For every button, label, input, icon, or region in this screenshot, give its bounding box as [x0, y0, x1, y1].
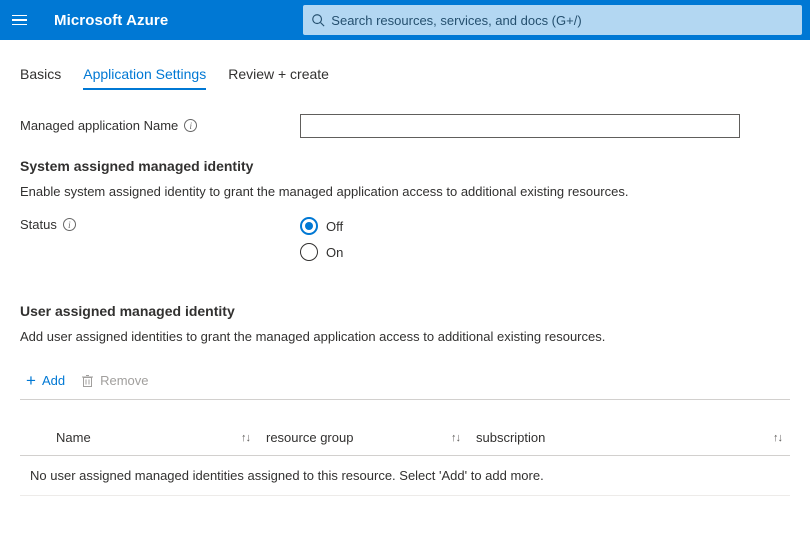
status-radio-on[interactable]: On [300, 243, 740, 261]
menu-icon[interactable] [8, 8, 32, 32]
status-label: Status [20, 217, 57, 232]
plus-icon: + [26, 372, 36, 389]
col-name[interactable]: Name ↑↓ [56, 430, 266, 445]
sort-icon: ↑↓ [773, 432, 782, 444]
identity-toolbar: + Add Remove [20, 362, 790, 400]
tab-review-create[interactable]: Review + create [228, 66, 329, 90]
system-identity-desc: Enable system assigned identity to grant… [20, 184, 790, 199]
sort-icon: ↑↓ [451, 432, 460, 444]
info-icon[interactable]: i [184, 119, 197, 132]
brand-label: Microsoft Azure [54, 12, 168, 29]
system-identity-heading: System assigned managed identity [20, 158, 790, 174]
tab-basics[interactable]: Basics [20, 66, 61, 90]
tab-application-settings[interactable]: Application Settings [83, 66, 206, 90]
status-radio-off[interactable]: Off [300, 217, 740, 235]
tabs: Basics Application Settings Review + cre… [20, 66, 790, 90]
radio-selected-icon [300, 217, 318, 235]
radio-unselected-icon [300, 243, 318, 261]
global-search[interactable] [303, 5, 802, 35]
managed-app-name-label: Managed application Name [20, 118, 178, 133]
search-icon [311, 13, 325, 27]
col-subscription[interactable]: subscription ↑↓ [476, 430, 790, 445]
col-name-label: Name [56, 430, 91, 445]
trash-icon [81, 374, 94, 388]
azure-topbar: Microsoft Azure [0, 0, 810, 40]
managed-app-name-input[interactable] [300, 114, 740, 138]
user-identity-heading: User assigned managed identity [20, 303, 790, 319]
col-sub-label: subscription [476, 430, 545, 445]
user-identity-desc: Add user assigned identities to grant th… [20, 329, 790, 344]
status-radio-off-label: Off [326, 219, 343, 234]
managed-app-name-row: Managed application Name i [20, 114, 790, 138]
identity-grid-empty: No user assigned managed identities assi… [20, 456, 790, 496]
search-input[interactable] [331, 13, 794, 28]
status-radio-group: Off On [300, 217, 740, 261]
remove-button-label: Remove [100, 373, 148, 388]
col-resource-group[interactable]: resource group ↑↓ [266, 430, 476, 445]
info-icon[interactable]: i [63, 218, 76, 231]
identity-grid-header: Name ↑↓ resource group ↑↓ subscription ↑… [20, 400, 790, 456]
sort-icon: ↑↓ [241, 432, 250, 444]
remove-button[interactable]: Remove [81, 372, 148, 389]
page-content: Basics Application Settings Review + cre… [0, 40, 810, 516]
status-radio-on-label: On [326, 245, 343, 260]
add-button[interactable]: + Add [26, 372, 65, 389]
add-button-label: Add [42, 373, 65, 388]
status-row: Status i Off On [20, 217, 790, 261]
col-rg-label: resource group [266, 430, 353, 445]
